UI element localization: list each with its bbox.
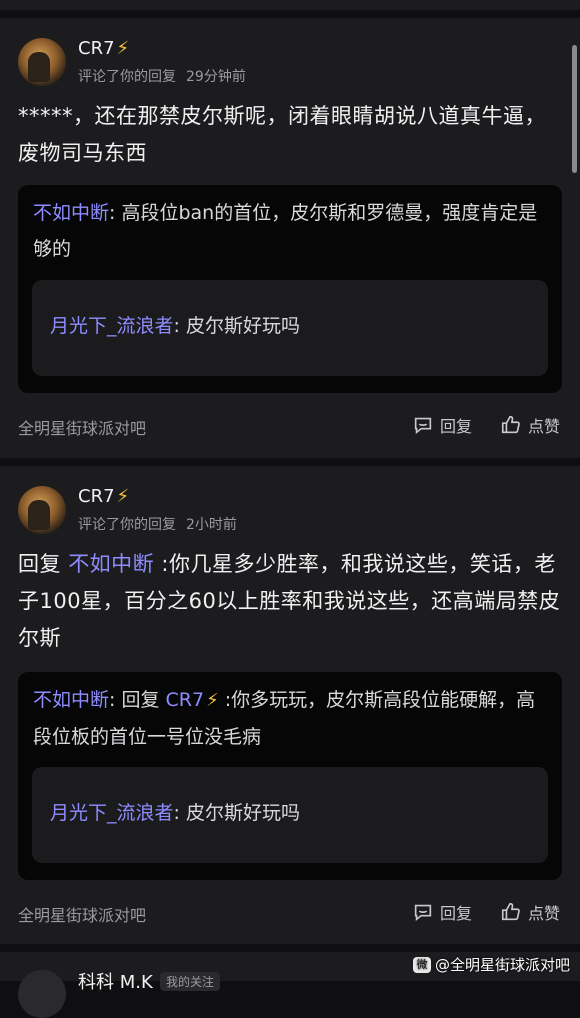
- comment-card: CR7 ⚡ 评论了你的回复 2小时前 回复 不如中断 :你几星多少胜率，和我说这些，…: [0, 466, 580, 944]
- like-button[interactable]: 点赞: [500, 413, 560, 437]
- quoted-reply[interactable]: 不如中断: 回复 CR7 ⚡ :你多玩玩，皮尔斯高段位能硬解，高段位板的首位一号位…: [18, 672, 562, 880]
- forum-link[interactable]: 全明星街球派对吧: [18, 902, 146, 926]
- comment-content[interactable]: 回复 不如中断 :你几星多少胜率，和我说这些，笑话，老子100星，百分之60以上…: [18, 546, 562, 657]
- like-button[interactable]: 点赞: [500, 900, 560, 924]
- weibo-icon: 微: [412, 956, 431, 973]
- lightning-icon: ⚡: [116, 38, 130, 59]
- mention-link[interactable]: 不如中断: [33, 689, 109, 711]
- lightning-icon: ⚡: [206, 690, 219, 711]
- mention-link[interactable]: 不如中断: [68, 552, 154, 576]
- nested-quote-text: 月光下_流浪者: 皮尔斯好玩吗: [50, 315, 300, 337]
- thumbs-up-icon: [501, 415, 520, 434]
- lightning-icon: ⚡: [116, 486, 130, 507]
- quoted-reply-text: 不如中断: 回复 CR7 ⚡ :你多玩玩，皮尔斯高段位能硬解，高段位板的首位一号位…: [33, 689, 536, 748]
- quoted-reply[interactable]: 不如中断: 高段位ban的首位，皮尔斯和罗德曼，强度肯定是够的 月光下_流浪者:…: [18, 185, 562, 393]
- nested-quote[interactable]: 月光下_流浪者: 皮尔斯好玩吗: [32, 767, 548, 863]
- comment-icon: [414, 904, 432, 922]
- avatar[interactable]: [18, 486, 66, 534]
- comment-meta: 评论了你的回复 2小时前: [78, 517, 237, 533]
- comment-meta: 评论了你的回复 29分钟前: [78, 69, 246, 85]
- username[interactable]: CR7 ⚡: [78, 38, 129, 59]
- scrollbar[interactable]: [572, 45, 577, 173]
- mention-link[interactable]: 不如中断: [33, 202, 109, 224]
- nested-quote-text: 月光下_流浪者: 皮尔斯好玩吗: [50, 802, 300, 824]
- top-strip: [0, 0, 580, 10]
- thumbs-up-icon: [501, 902, 520, 921]
- username[interactable]: 科科 M.K: [78, 968, 153, 994]
- avatar[interactable]: [18, 970, 66, 1018]
- username[interactable]: CR7 ⚡: [78, 486, 129, 507]
- comment-icon: [414, 417, 432, 435]
- avatar[interactable]: [18, 38, 66, 86]
- mention-link[interactable]: 月光下_流浪者: [50, 315, 174, 337]
- watermark: 微 @全明星街球派对吧: [412, 954, 570, 975]
- comment-content[interactable]: *****，还在那禁皮尔斯呢，闭着眼睛胡说八道真牛逼，废物司马东西: [18, 98, 562, 172]
- follow-tag: 我的关注: [160, 972, 221, 991]
- mention-link[interactable]: 月光下_流浪者: [50, 802, 174, 824]
- comment-card: CR7 ⚡ 评论了你的回复 29分钟前 *****，还在那禁皮尔斯呢，闭着眼睛胡说八…: [0, 18, 580, 458]
- quoted-reply-text: 不如中断: 高段位ban的首位，皮尔斯和罗德曼，强度肯定是够的: [33, 202, 538, 260]
- mention-link[interactable]: CR7: [166, 689, 205, 711]
- forum-link[interactable]: 全明星街球派对吧: [18, 415, 146, 439]
- nested-quote[interactable]: 月光下_流浪者: 皮尔斯好玩吗: [32, 280, 548, 376]
- reply-button[interactable]: 回复: [412, 900, 472, 924]
- reply-button[interactable]: 回复: [412, 413, 472, 437]
